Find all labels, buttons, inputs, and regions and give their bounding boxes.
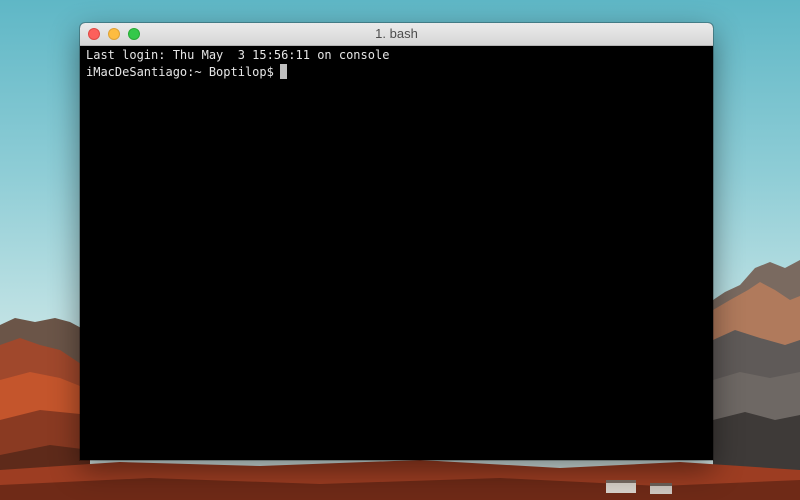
last-login-line: Last login: Thu May 3 15:56:11 on consol…	[86, 48, 390, 62]
terminal-output[interactable]: Last login: Thu May 3 15:56:11 on consol…	[80, 46, 713, 460]
text-cursor	[279, 64, 287, 79]
window-titlebar[interactable]: 1. bash	[80, 23, 713, 46]
window-title: 1. bash	[375, 26, 418, 41]
terminal-window[interactable]: 1. bash Last login: Thu May 3 15:56:11 o…	[80, 23, 713, 460]
shell-prompt: iMacDeSantiago:~ Boptilop$	[86, 65, 274, 79]
prompt-line[interactable]: iMacDeSantiago:~ Boptilop$	[86, 64, 707, 81]
